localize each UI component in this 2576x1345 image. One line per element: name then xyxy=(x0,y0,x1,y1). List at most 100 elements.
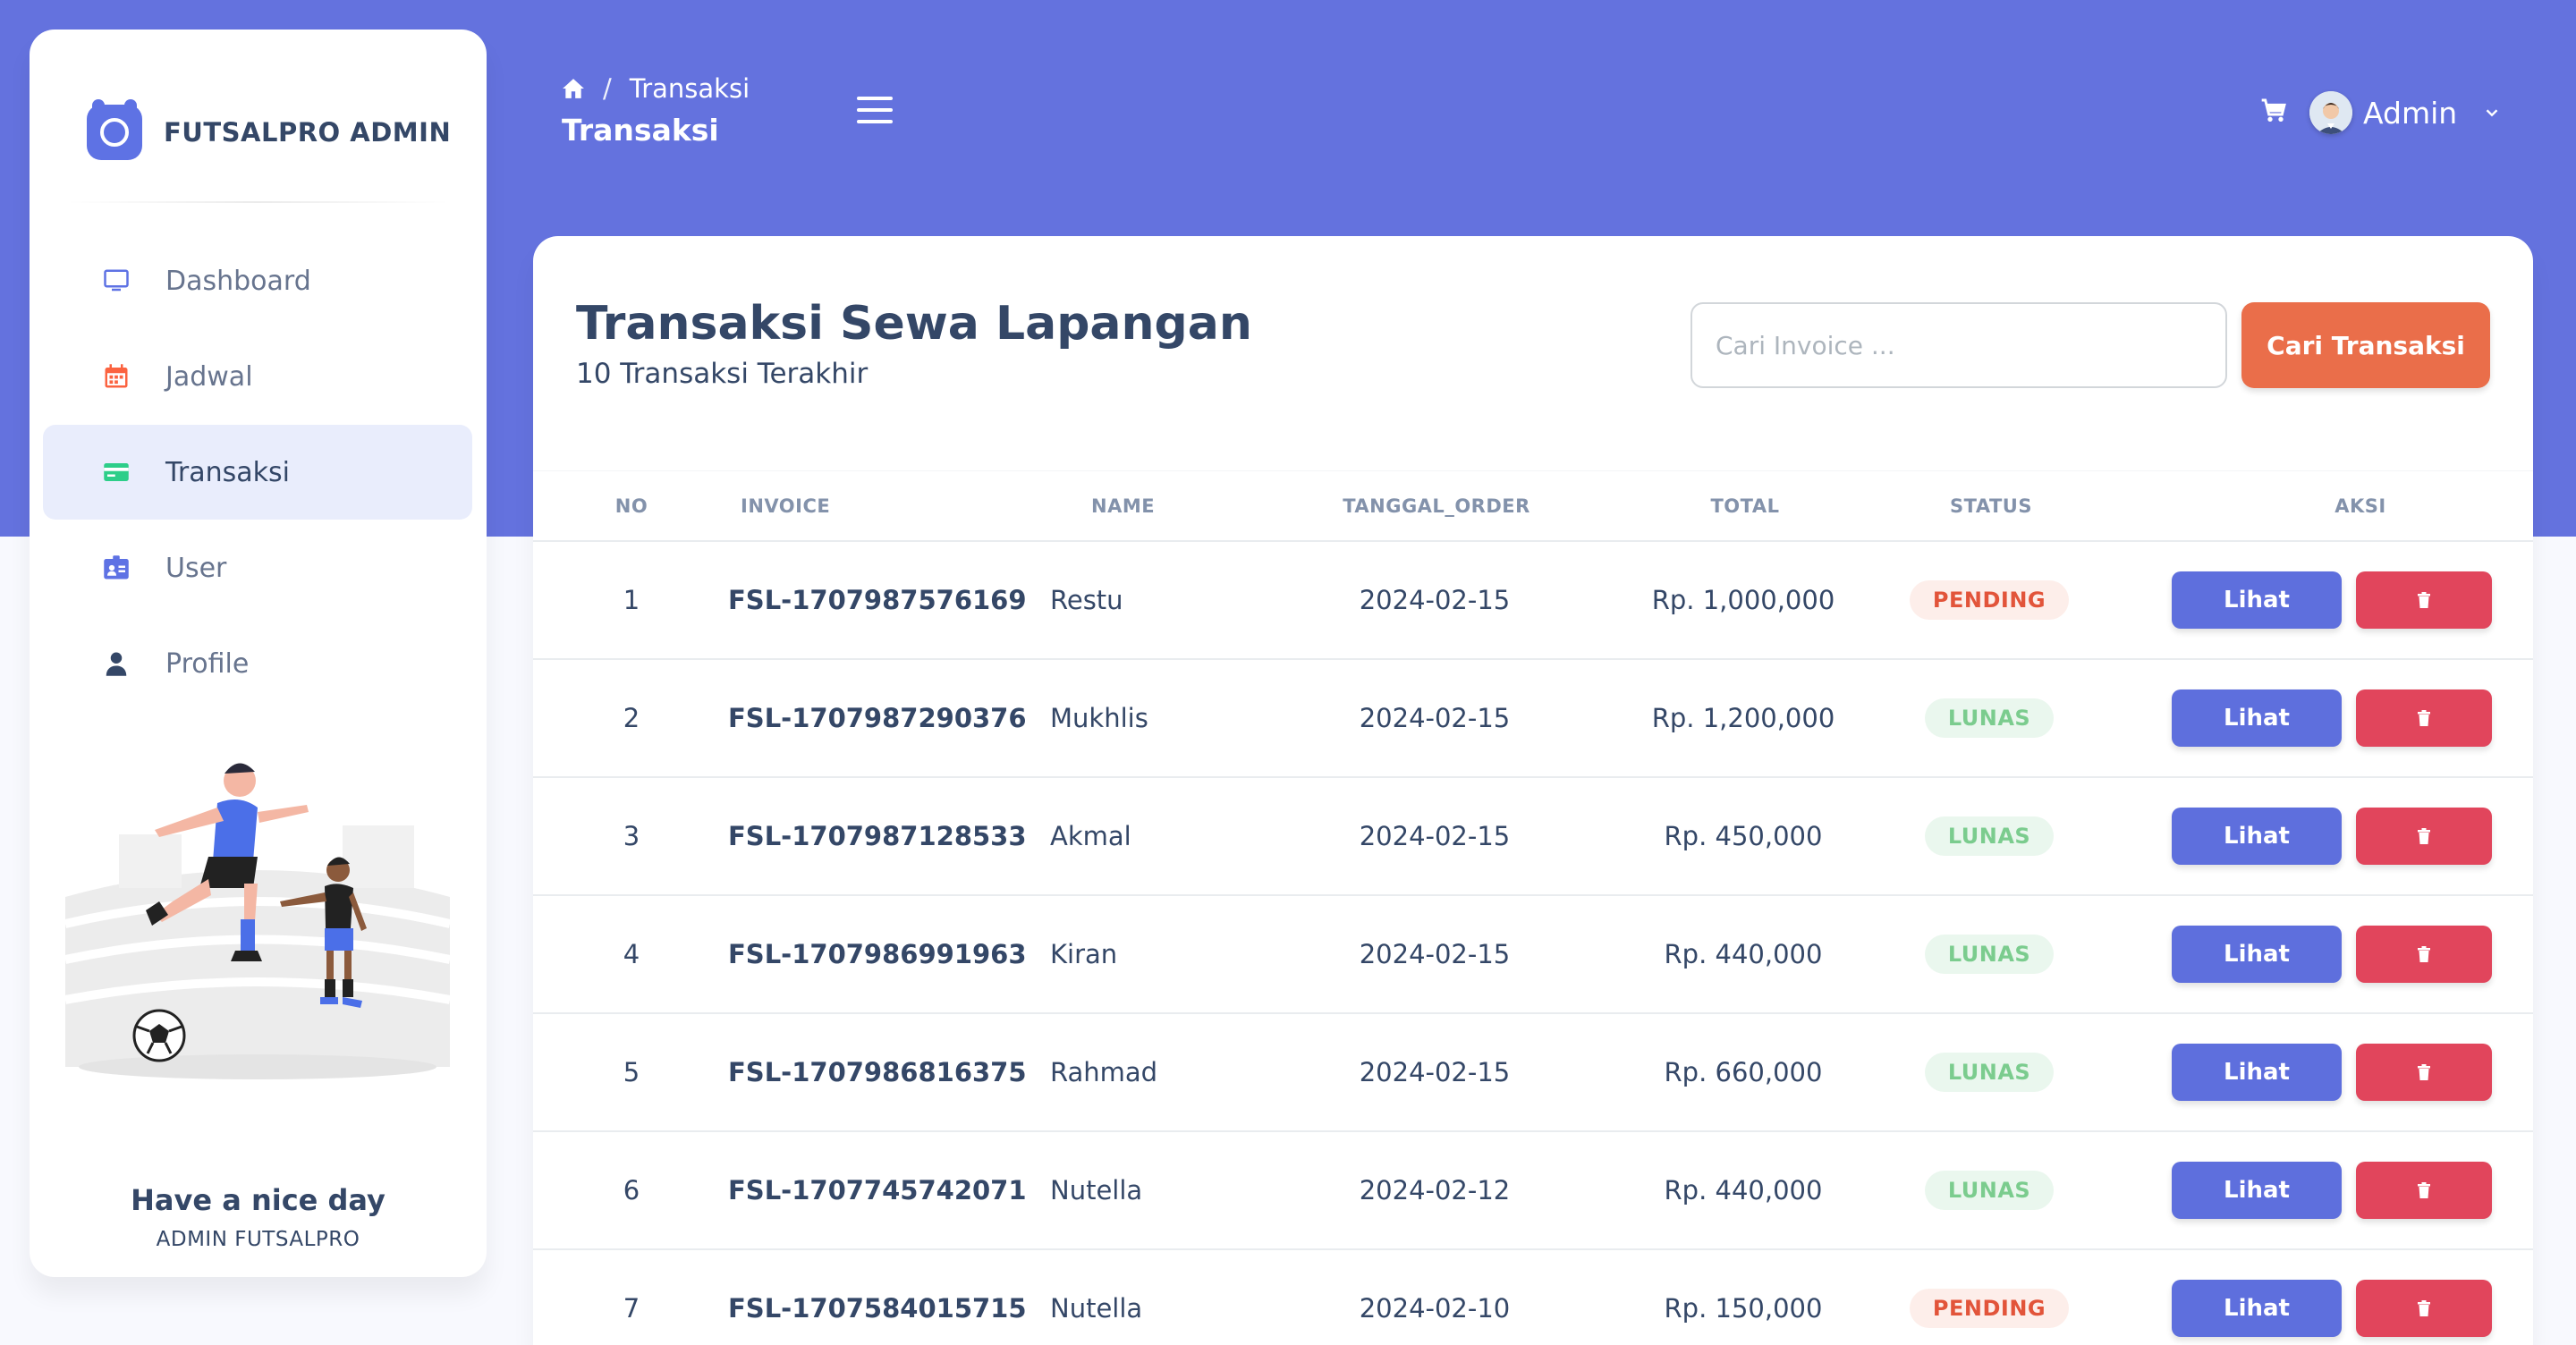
status-badge: LUNAS xyxy=(1924,935,2055,974)
sidebar-item-label: Transaksi xyxy=(165,456,290,488)
transactions-table: NO INVOICE NAME TANGGAL_ORDER TOTAL STAT… xyxy=(533,470,2533,1345)
table-body: 1 FSL-1707987576169 Restu 2024-02-15 Rp. 1,0… xyxy=(533,542,2533,1345)
status-badge: LUNAS xyxy=(1924,816,2055,856)
row-total: Rp. 1,000,000 xyxy=(1651,585,1835,615)
status-badge: LUNAS xyxy=(1924,1171,2055,1210)
chevron-down-icon xyxy=(2482,103,2502,123)
page-title: Transaksi xyxy=(562,113,719,148)
status-badge: LUNAS xyxy=(1924,1053,2055,1092)
sidebar-item-label: Jadwal xyxy=(165,360,253,393)
breadcrumb-current: Transaksi xyxy=(629,73,750,104)
trash-icon xyxy=(2417,1300,2431,1316)
row-actions: Lihat xyxy=(2079,571,2531,629)
row-number: 2 xyxy=(623,703,640,733)
column-header-date: TANGGAL_ORDER xyxy=(1343,495,1530,517)
row-date: 2024-02-12 xyxy=(1359,1175,1511,1205)
sidebar-item-profile[interactable]: Profile xyxy=(43,616,472,711)
delete-button[interactable] xyxy=(2356,1280,2492,1337)
table-row: 1 FSL-1707987576169 Restu 2024-02-15 Rp. 1,0… xyxy=(533,542,2533,660)
row-total: Rp. 150,000 xyxy=(1664,1293,1823,1324)
sidebar-item-user[interactable]: User xyxy=(43,520,472,615)
row-number: 4 xyxy=(623,939,640,969)
view-button[interactable]: Lihat xyxy=(2172,926,2342,983)
sidebar-item-label: User xyxy=(165,552,227,584)
column-header-status: STATUS xyxy=(1950,495,2032,517)
hamburger-menu-icon[interactable] xyxy=(857,97,893,123)
home-icon[interactable] xyxy=(562,77,585,100)
view-button[interactable]: Lihat xyxy=(2172,1162,2342,1219)
row-date: 2024-02-15 xyxy=(1359,703,1511,733)
row-number: 5 xyxy=(623,1057,640,1087)
delete-button[interactable] xyxy=(2356,926,2492,983)
column-header-no: NO xyxy=(614,495,648,517)
row-actions: Lihat xyxy=(2079,1162,2531,1219)
invoice-search-input[interactable] xyxy=(1690,302,2227,388)
search-transaction-button[interactable]: Cari Transaksi xyxy=(2241,302,2490,388)
status-badge: PENDING xyxy=(1909,580,2070,620)
sidebar: FUTSALPRO ADMIN Dashboard Jadwal Transak… xyxy=(30,30,487,1277)
delete-button[interactable] xyxy=(2356,808,2492,865)
calendar-icon xyxy=(103,363,130,390)
avatar xyxy=(2309,91,2352,134)
row-invoice: FSL-1707986991963 xyxy=(728,939,1027,969)
row-number: 3 xyxy=(623,821,640,851)
row-number: 7 xyxy=(623,1293,640,1324)
brand-name: FUTSALPRO ADMIN xyxy=(164,117,452,148)
sidebar-item-dashboard[interactable]: Dashboard xyxy=(43,233,472,328)
row-invoice: FSL-1707745742071 xyxy=(728,1175,1027,1205)
id-card-icon xyxy=(103,554,130,581)
row-name: Mukhlis xyxy=(1050,703,1148,733)
delete-button[interactable] xyxy=(2356,689,2492,747)
greeting-subtitle: ADMIN FUTSALPRO xyxy=(156,1228,360,1251)
sidebar-item-label: Profile xyxy=(165,647,250,680)
delete-button[interactable] xyxy=(2356,571,2492,629)
row-total: Rp. 1,200,000 xyxy=(1651,703,1835,733)
user-name: Admin xyxy=(2363,95,2458,131)
sidebar-item-jadwal[interactable]: Jadwal xyxy=(43,329,472,424)
row-invoice: FSL-1707987290376 xyxy=(728,703,1027,733)
user-menu[interactable]: Admin xyxy=(2309,89,2502,136)
row-status: LUNAS xyxy=(1900,935,2079,974)
row-actions: Lihat xyxy=(2079,1280,2531,1337)
table-row: 3 FSL-1707987128533 Akmal 2024-02-15 Rp. 450… xyxy=(533,778,2533,896)
monitor-icon xyxy=(103,267,130,294)
row-date: 2024-02-15 xyxy=(1359,821,1511,851)
delete-button[interactable] xyxy=(2356,1162,2492,1219)
view-button[interactable]: Lihat xyxy=(2172,571,2342,629)
sidebar-item-label: Dashboard xyxy=(165,265,311,297)
brand[interactable]: FUTSALPRO ADMIN xyxy=(87,99,452,164)
column-header-total: TOTAL xyxy=(1710,495,1780,517)
row-actions: Lihat xyxy=(2079,689,2531,747)
row-status: LUNAS xyxy=(1900,1053,2079,1092)
table-row: 5 FSL-1707986816375 Rahmad 2024-02-15 Rp. 66… xyxy=(533,1014,2533,1132)
row-date: 2024-02-10 xyxy=(1359,1293,1511,1324)
row-total: Rp. 450,000 xyxy=(1664,821,1823,851)
delete-button[interactable] xyxy=(2356,1044,2492,1101)
status-badge: LUNAS xyxy=(1924,698,2055,738)
row-status: PENDING xyxy=(1900,580,2079,620)
view-button[interactable]: Lihat xyxy=(2172,808,2342,865)
shopping-cart-icon[interactable] xyxy=(2259,97,2288,125)
row-name: Akmal xyxy=(1050,821,1131,851)
view-button[interactable]: Lihat xyxy=(2172,689,2342,747)
sidebar-divider xyxy=(65,201,450,203)
football-players-illustration xyxy=(64,745,452,1121)
table-row: 6 FSL-1707745742071 Nutella 2024-02-12 Rp. 4… xyxy=(533,1132,2533,1250)
row-total: Rp. 440,000 xyxy=(1664,1175,1823,1205)
row-status: PENDING xyxy=(1900,1289,2079,1328)
view-button[interactable]: Lihat xyxy=(2172,1044,2342,1101)
view-button[interactable]: Lihat xyxy=(2172,1280,2342,1337)
column-header-invoice: INVOICE xyxy=(741,495,831,517)
trash-icon xyxy=(2417,592,2431,608)
row-actions: Lihat xyxy=(2079,1044,2531,1101)
sidebar-item-transaksi[interactable]: Transaksi xyxy=(43,425,472,520)
row-invoice: FSL-1707986816375 xyxy=(728,1057,1027,1087)
table-row: 7 FSL-1707584015715 Nutella 2024-02-10 Rp. 1… xyxy=(533,1250,2533,1345)
row-name: Nutella xyxy=(1050,1175,1143,1205)
breadcrumb-separator: / xyxy=(603,73,612,104)
trash-icon xyxy=(2417,946,2431,962)
futsal-logo-icon xyxy=(87,99,142,160)
row-total: Rp. 440,000 xyxy=(1664,939,1823,969)
table-row: 4 FSL-1707986991963 Kiran 2024-02-15 Rp. 440… xyxy=(533,896,2533,1014)
row-date: 2024-02-15 xyxy=(1359,939,1511,969)
